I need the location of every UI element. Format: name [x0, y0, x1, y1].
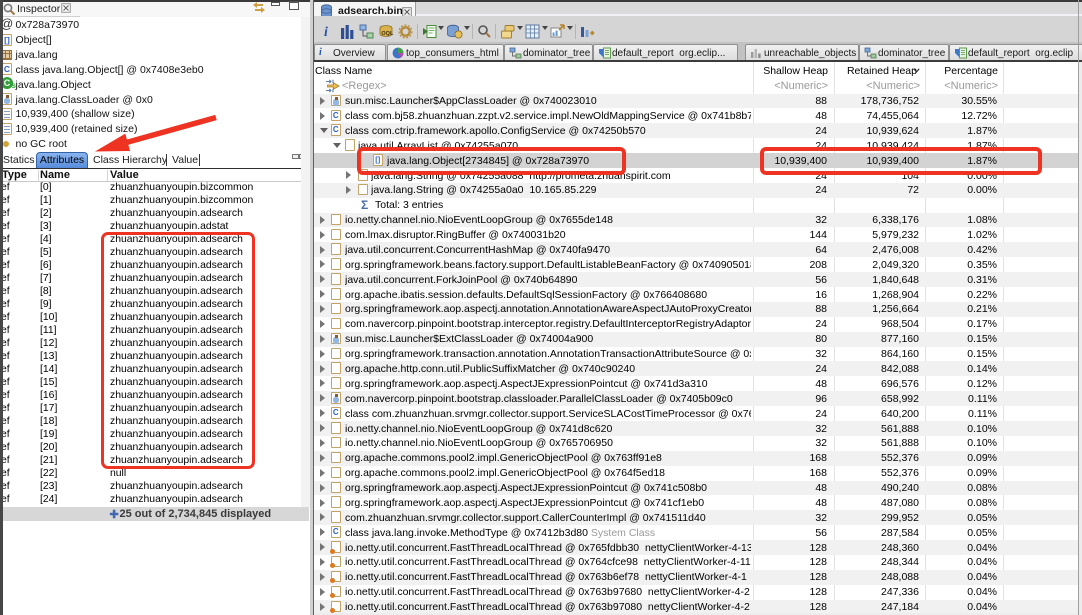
- svg-text:OQL: OQL: [381, 31, 394, 37]
